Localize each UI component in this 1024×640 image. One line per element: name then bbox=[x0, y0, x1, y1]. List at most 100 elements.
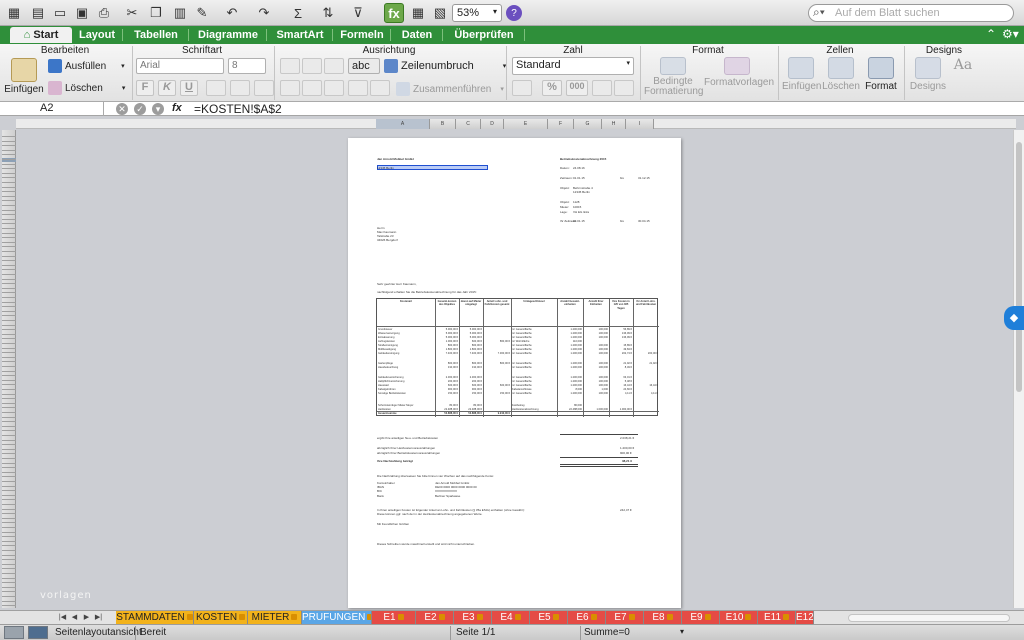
redo-icon[interactable]: ↷ bbox=[254, 3, 274, 23]
page-layout-view-icon[interactable] bbox=[28, 626, 48, 639]
font-color-icon[interactable] bbox=[254, 80, 274, 96]
confirm-icon[interactable]: ✓ bbox=[134, 103, 146, 115]
zoom-select[interactable]: 53% ▾ bbox=[452, 4, 502, 22]
new-workbook-icon[interactable]: ▦ bbox=[4, 3, 24, 23]
name-box[interactable]: A2 bbox=[0, 102, 104, 116]
toolbox-icon[interactable]: ▧ bbox=[430, 3, 450, 23]
scrollbar-thumb[interactable] bbox=[1016, 142, 1022, 392]
align-right-icon[interactable] bbox=[324, 80, 344, 96]
vertical-scrollbar[interactable] bbox=[1013, 130, 1024, 608]
sheet-tab[interactable]: STAMMDATEN bbox=[116, 611, 194, 625]
clear-button[interactable]: Löschen ▾ bbox=[48, 81, 125, 95]
thousand-separator-button[interactable]: 000 bbox=[566, 80, 588, 96]
sheet-tab[interactable]: E11 bbox=[758, 611, 796, 625]
sheet-tab[interactable]: E2 bbox=[416, 611, 454, 625]
sheet-tab[interactable]: E6 bbox=[568, 611, 606, 625]
last-sheet-icon[interactable]: ▶| bbox=[94, 613, 103, 623]
underline-button[interactable]: U bbox=[180, 80, 198, 96]
styles-button[interactable]: Formatvorlagen bbox=[704, 57, 774, 88]
wrap-text-button[interactable]: Zeilenumbruch ▾ bbox=[384, 59, 506, 73]
number-format-select[interactable]: Standard ▾ bbox=[512, 57, 634, 75]
sheet-tab[interactable]: E8 bbox=[644, 611, 682, 625]
prev-sheet-icon[interactable]: ◀ bbox=[70, 613, 79, 623]
print-icon[interactable]: ⎙ bbox=[94, 3, 114, 23]
percent-button[interactable]: % bbox=[542, 80, 562, 96]
format-painter-icon[interactable]: ✎ bbox=[192, 3, 212, 23]
collapse-ribbon-icon[interactable]: ⌃ bbox=[986, 27, 996, 41]
paste-button[interactable]: Einfügen bbox=[4, 58, 44, 95]
next-sheet-icon[interactable]: ▶ bbox=[82, 613, 91, 623]
border-icon[interactable] bbox=[206, 80, 226, 96]
filter-icon[interactable]: ⊽ bbox=[348, 3, 368, 23]
help-icon[interactable]: ? bbox=[506, 5, 522, 21]
tab-daten[interactable]: Daten bbox=[394, 27, 440, 43]
indent-decrease-icon[interactable] bbox=[348, 80, 368, 96]
sheet-tab[interactable]: E12 bbox=[796, 611, 814, 625]
sheet-tab[interactable]: E4 bbox=[492, 611, 530, 625]
align-center-icon[interactable] bbox=[302, 80, 322, 96]
sheet-tab[interactable]: E9 bbox=[682, 611, 720, 625]
delete-cells-button[interactable]: Löschen bbox=[822, 57, 860, 92]
gear-icon[interactable]: ⚙▾ bbox=[1002, 27, 1019, 41]
open-folder-icon[interactable]: ▭ bbox=[50, 3, 70, 23]
column-header[interactable]: I bbox=[626, 119, 654, 129]
column-header[interactable]: C bbox=[456, 119, 481, 129]
column-header[interactable]: B bbox=[430, 119, 456, 129]
sheet-tab[interactable]: PRUFUNGEN bbox=[302, 611, 372, 625]
sheet-tab[interactable]: E1 bbox=[372, 611, 416, 625]
sheet-tab[interactable]: E10 bbox=[720, 611, 758, 625]
tab-diagramme[interactable]: Diagramme bbox=[192, 27, 264, 43]
undo-icon[interactable]: ↶ bbox=[222, 3, 242, 23]
insert-cells-button[interactable]: Einfügen bbox=[782, 57, 821, 92]
fill-color-icon[interactable] bbox=[230, 80, 250, 96]
bold-button[interactable]: F bbox=[136, 80, 154, 96]
theme-fonts-icon[interactable]: Aa bbox=[952, 57, 974, 73]
conditional-formatting-button[interactable]: Bedingte Formatierung bbox=[644, 57, 703, 97]
cancel-icon[interactable]: ✕ bbox=[116, 103, 128, 115]
normal-view-icon[interactable] bbox=[4, 626, 24, 639]
align-bottom-icon[interactable] bbox=[324, 58, 344, 74]
first-sheet-icon[interactable]: |◀ bbox=[58, 613, 67, 623]
align-left-icon[interactable] bbox=[280, 80, 300, 96]
italic-button[interactable]: K bbox=[158, 80, 176, 96]
tab-smartart[interactable]: SmartArt bbox=[270, 27, 330, 43]
font-name-select[interactable]: Arial bbox=[136, 58, 224, 74]
column-header[interactable]: D bbox=[481, 119, 504, 129]
font-size-select[interactable]: 8 bbox=[228, 58, 266, 74]
sort-icon[interactable]: ⇅ bbox=[318, 3, 338, 23]
orientation-button[interactable]: abc bbox=[348, 58, 380, 74]
gallery-icon[interactable]: ▦ bbox=[408, 3, 428, 23]
themes-button[interactable]: Designs bbox=[908, 57, 948, 92]
format-cells-button[interactable]: Format bbox=[862, 57, 900, 92]
formula-input[interactable]: =KOSTEN!$A$2 bbox=[194, 102, 282, 116]
tab-layout[interactable]: Layout bbox=[74, 27, 120, 43]
column-header[interactable]: G bbox=[574, 119, 602, 129]
column-header[interactable]: F bbox=[548, 119, 574, 129]
indent-increase-icon[interactable] bbox=[370, 80, 390, 96]
worksheet-area[interactable]: ABCDEFGHI ◆ Jan Arnold Mobbel GmbH 12345… bbox=[0, 116, 1024, 610]
dropbox-icon[interactable]: ◆ bbox=[1004, 306, 1024, 330]
sheet-tab[interactable]: E3 bbox=[454, 611, 492, 625]
formula-builder-icon[interactable]: fx bbox=[384, 3, 404, 23]
align-middle-icon[interactable] bbox=[302, 58, 322, 74]
sheet-tab[interactable]: E7 bbox=[606, 611, 644, 625]
fill-button[interactable]: Ausfüllen ▾ bbox=[48, 59, 125, 73]
horizontal-scrollbar[interactable] bbox=[848, 614, 1010, 622]
currency-icon[interactable] bbox=[512, 80, 532, 96]
chevron-down-icon[interactable]: ▾ bbox=[680, 627, 684, 636]
cut-icon[interactable]: ✂ bbox=[122, 3, 142, 23]
sheet-search-input[interactable]: ⌕▾ Auf dem Blatt suchen bbox=[808, 4, 1014, 22]
sheet-tab[interactable]: MIETER bbox=[248, 611, 302, 625]
column-header[interactable]: E bbox=[504, 119, 548, 129]
print-page[interactable]: Jan Arnold Mobbel GmbH 12345 Berlin Betr… bbox=[348, 138, 681, 608]
function-list-icon[interactable]: ▾ bbox=[152, 103, 164, 115]
tab-formeln[interactable]: Formeln bbox=[336, 27, 388, 43]
align-top-icon[interactable] bbox=[280, 58, 300, 74]
paste-icon[interactable]: ▥ bbox=[170, 3, 190, 23]
sheet-tab[interactable]: KOSTEN bbox=[194, 611, 248, 625]
insert-function-button[interactable]: fx bbox=[172, 102, 182, 114]
copy-icon[interactable]: ❐ bbox=[146, 3, 166, 23]
templates-icon[interactable]: ▤ bbox=[28, 3, 48, 23]
autosum-icon[interactable]: Σ bbox=[288, 3, 308, 23]
tab-start[interactable]: ⌂ Start bbox=[10, 27, 72, 43]
